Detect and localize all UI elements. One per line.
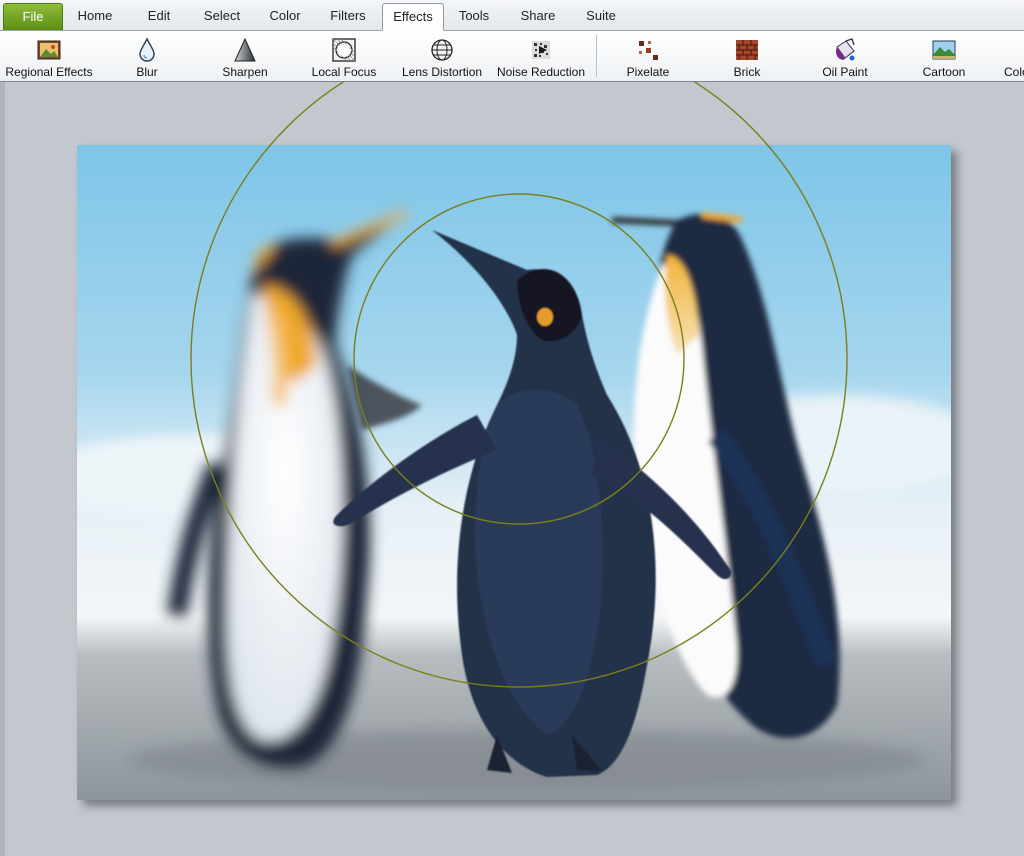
brick-label: Brick — [733, 65, 761, 79]
lens-distortion-button[interactable]: Lens Distortion — [402, 33, 482, 79]
cartoon-button[interactable]: Cartoon — [914, 33, 974, 79]
tab-share[interactable]: Share — [508, 3, 568, 29]
oil-paint-label: Oil Paint — [822, 65, 868, 79]
brick-wall-icon — [736, 40, 758, 60]
blur-label: Blur — [136, 65, 158, 79]
tab-file[interactable]: File — [3, 3, 63, 30]
oil-paint-button[interactable]: Oil Paint — [814, 33, 876, 79]
workspace-edge — [0, 82, 5, 856]
tab-filters[interactable]: Filters — [319, 3, 377, 29]
noise-reduction-label: Noise Reduction — [496, 65, 586, 79]
tab-edit[interactable]: Edit — [131, 3, 187, 29]
noise-reduction-button[interactable]: Noise Reduction — [496, 33, 586, 79]
tab-suite[interactable]: Suite — [573, 3, 629, 29]
regional-effects-icon — [37, 40, 61, 60]
cartoon-label: Cartoon — [922, 65, 966, 79]
effects-ribbon: Regional Effects Blur Sharpen Local Focu… — [0, 31, 1024, 82]
tab-home[interactable]: Home — [66, 3, 124, 29]
ribbon-separator — [596, 35, 597, 77]
noise-icon — [532, 41, 550, 59]
tab-tools[interactable]: Tools — [446, 3, 502, 29]
regional-effects-button[interactable]: Regional Effects — [2, 33, 96, 79]
local-focus-button[interactable]: Local Focus — [308, 33, 380, 79]
pixelate-button[interactable]: Pixelate — [620, 33, 676, 79]
photo-canvas[interactable] — [77, 145, 951, 800]
color-effect-button[interactable]: Colo — [996, 33, 1024, 79]
pixelate-label: Pixelate — [626, 65, 670, 79]
menu-bar: File Home Edit Select Color Filters Effe… — [0, 0, 1024, 31]
tab-color[interactable]: Color — [257, 3, 313, 29]
pixel-squares-icon — [639, 41, 658, 60]
lens-distortion-label: Lens Distortion — [402, 65, 483, 79]
tab-select[interactable]: Select — [193, 3, 251, 29]
local-focus-label: Local Focus — [311, 65, 377, 79]
paint-bucket-icon — [836, 38, 855, 61]
brick-button[interactable]: Brick — [720, 33, 774, 79]
tab-effects[interactable]: Effects — [382, 3, 444, 31]
regional-effects-label: Regional Effects — [5, 65, 93, 79]
sharpen-label: Sharpen — [222, 65, 268, 79]
penguin-photo — [77, 145, 951, 800]
color-effect-label: Colo — [1004, 65, 1024, 79]
sharpen-button[interactable]: Sharpen — [214, 33, 276, 79]
triangle-icon — [234, 37, 256, 62]
globe-grid-icon — [431, 39, 453, 61]
landscape-icon — [932, 40, 956, 60]
blur-button[interactable]: Blur — [118, 33, 176, 79]
local-focus-icon — [332, 38, 356, 62]
water-drop-icon — [139, 37, 155, 62]
